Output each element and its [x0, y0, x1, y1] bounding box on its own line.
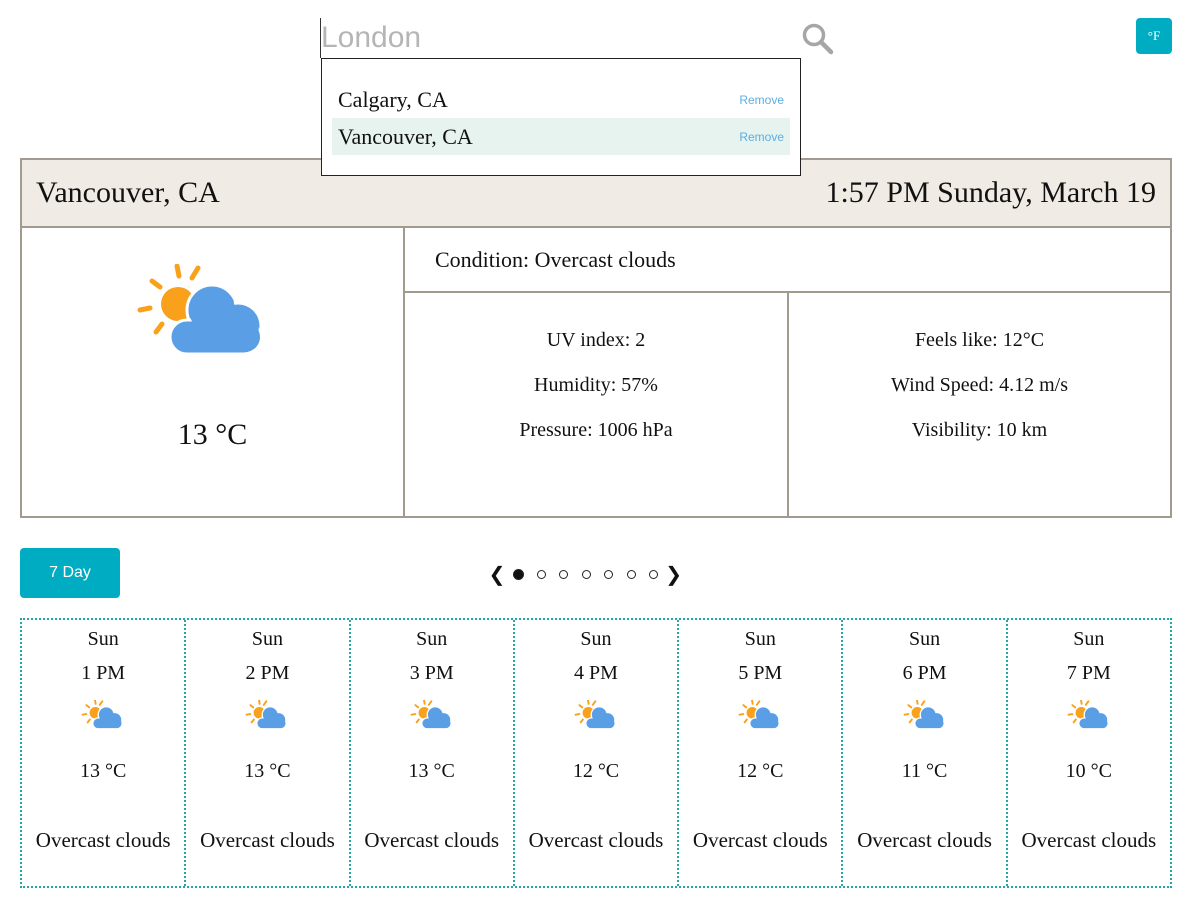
partly-cloudy-icon	[137, 264, 263, 356]
search-bar	[320, 18, 840, 58]
search-suggestions-dropdown: Calgary, CA Remove Vancouver, CA Remove	[321, 58, 801, 176]
pager-dot[interactable]	[604, 569, 614, 579]
feels-like: Feels like: 12°C	[914, 329, 1045, 351]
hour-time: 1 PM	[81, 662, 126, 684]
current-temp-panel: 13 °C	[22, 228, 405, 516]
hour-temp: 12 °C	[572, 760, 620, 782]
hour-day: Sun	[1073, 628, 1105, 650]
city-name: Vancouver, CA	[36, 176, 220, 209]
pager-dot[interactable]	[559, 569, 569, 579]
pager-dot[interactable]	[537, 569, 547, 579]
hour-day: Sun	[908, 628, 941, 650]
details-column-left: UV index: 2 Humidity: 57% Pressure: 1006…	[405, 293, 789, 516]
wind-speed: Wind Speed: 4.12 m/s	[891, 374, 1068, 396]
hourly-card: Sun 5 PM 12 °C Overcast clouds	[679, 620, 844, 886]
hour-time: 7 PM	[1066, 662, 1111, 684]
pager-dot[interactable]	[512, 568, 524, 580]
hour-condition: Overcast clouds	[1021, 828, 1157, 852]
hour-time: 4 PM	[574, 662, 618, 684]
hour-condition: Overcast clouds	[35, 828, 171, 852]
humidity: Humidity: 57%	[534, 374, 658, 396]
hour-temp: 13 °C	[244, 760, 291, 782]
pager-dot[interactable]	[581, 569, 591, 579]
hourly-card: Sun 1 PM 13 °C Overcast clouds	[22, 620, 187, 886]
hour-temp: 12 °C	[737, 760, 784, 782]
partly-cloudy-icon	[1067, 700, 1110, 731]
hour-time: 2 PM	[245, 662, 290, 684]
partly-cloudy-icon	[410, 700, 453, 731]
hour-day: Sun	[87, 628, 119, 650]
seven-day-button[interactable]: 7 Day	[20, 548, 120, 598]
next-arrow-icon[interactable]: ❯	[665, 562, 683, 586]
uv-index: UV index: 2	[546, 329, 646, 351]
hourly-card: Sun 4 PM 12 °C Overcast clouds	[515, 620, 680, 886]
suggestion-item[interactable]: Calgary, CA Remove	[332, 81, 790, 118]
hourly-forecast: Sun 1 PM 13 °C Overcast clouds Sun 2 PM …	[20, 618, 1172, 888]
hour-temp: 13 °C	[408, 760, 455, 782]
hourly-card: Sun 2 PM 13 °C Overcast clouds	[186, 620, 351, 886]
hour-condition: Overcast clouds	[857, 828, 992, 852]
visibility: Visibility: 10 km	[911, 419, 1048, 441]
pressure: Pressure: 1006 hPa	[519, 419, 673, 441]
partly-cloudy-icon	[81, 700, 124, 731]
unit-toggle-button[interactable]: °F	[1136, 18, 1172, 54]
hour-time: 3 PM	[409, 662, 454, 684]
prev-arrow-icon[interactable]: ❮	[488, 562, 506, 586]
hour-time: 5 PM	[738, 662, 783, 684]
hour-day: Sun	[416, 628, 448, 650]
pager-dot[interactable]	[626, 569, 636, 579]
current-temperature: 13 °C	[177, 418, 248, 451]
pager-dot[interactable]	[648, 569, 658, 579]
hour-time: 6 PM	[902, 662, 947, 684]
current-weather-card: Vancouver, CA 1:57 PM Sunday, March 19 1…	[20, 158, 1172, 518]
details-column-right: Feels like: 12°C Wind Speed: 4.12 m/s Vi…	[789, 293, 1170, 516]
condition-text: Condition: Overcast clouds	[405, 228, 1170, 293]
partly-cloudy-icon	[574, 700, 617, 731]
partly-cloudy-icon	[738, 700, 781, 731]
hourly-pager: ❮ ❯	[488, 560, 683, 588]
remove-link[interactable]: Remove	[739, 130, 784, 144]
hour-temp: 11 °C	[901, 760, 948, 782]
hour-condition: Overcast clouds	[692, 828, 828, 852]
hour-temp: 13 °C	[79, 760, 127, 782]
hour-day: Sun	[744, 628, 776, 650]
hourly-card: Sun 3 PM 13 °C Overcast clouds	[351, 620, 515, 886]
search-icon[interactable]	[801, 22, 835, 56]
remove-link[interactable]: Remove	[739, 93, 784, 107]
partly-cloudy-icon	[245, 700, 288, 731]
suggestion-city-name: Vancouver, CA	[338, 123, 473, 149]
search-input[interactable]	[320, 18, 790, 58]
hour-condition: Overcast clouds	[528, 828, 664, 852]
hour-temp: 10 °C	[1065, 760, 1112, 782]
partly-cloudy-icon	[903, 700, 946, 731]
hour-condition: Overcast clouds	[364, 828, 500, 852]
current-datetime: 1:57 PM Sunday, March 19	[825, 176, 1156, 209]
hourly-card: Sun 6 PM 11 °C Overcast clouds	[843, 620, 1008, 886]
suggestion-city-name: Calgary, CA	[338, 86, 448, 112]
hour-day: Sun	[580, 628, 612, 650]
suggestion-item[interactable]: Vancouver, CA Remove	[332, 118, 790, 155]
hour-condition: Overcast clouds	[200, 828, 335, 852]
hourly-card: Sun 7 PM 10 °C Overcast clouds	[1008, 620, 1170, 886]
hour-day: Sun	[251, 628, 283, 650]
